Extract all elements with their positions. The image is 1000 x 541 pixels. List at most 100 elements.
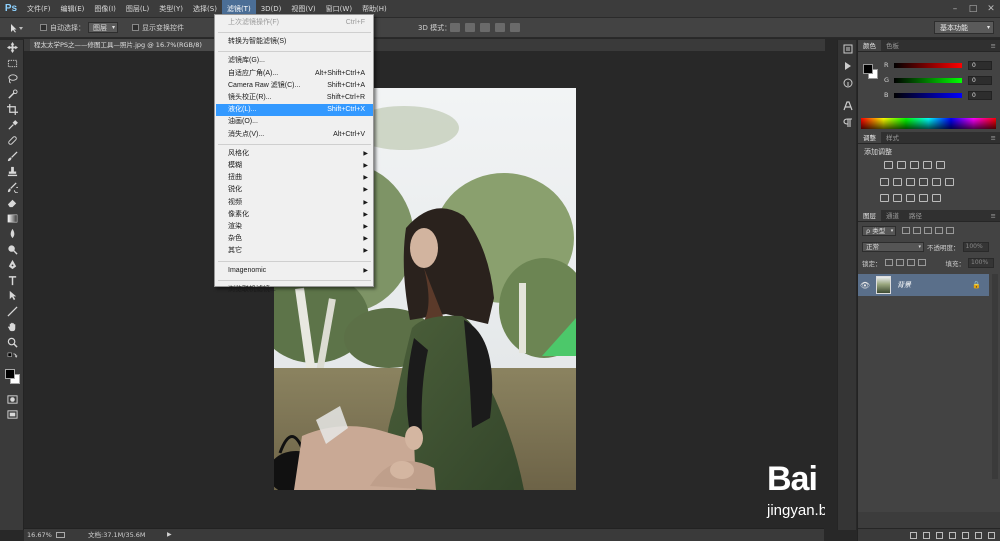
info-panel-icon[interactable]: [838, 74, 857, 91]
close-button[interactable]: ✕: [982, 0, 1000, 18]
move-tool-icon[interactable]: [0, 40, 24, 56]
lock-position-icon[interactable]: [906, 259, 915, 266]
filter-menu-item[interactable]: 扭曲 ▶: [216, 172, 373, 184]
pen-tool-icon[interactable]: [0, 257, 24, 273]
color-spectrum[interactable]: [861, 118, 996, 129]
visibility-eye-icon[interactable]: 👁: [858, 281, 872, 290]
filter-menu-item[interactable]: 模糊 ▶: [216, 160, 373, 172]
character-panel-icon[interactable]: [838, 97, 857, 114]
hand-tool-icon[interactable]: [0, 319, 24, 335]
swap-colors-icon[interactable]: [0, 350, 24, 366]
hue-saturation-icon[interactable]: [880, 178, 889, 186]
zoom-level[interactable]: 16.67%: [27, 529, 52, 541]
workspace-dropdown[interactable]: 基本功能: [934, 21, 994, 34]
3d-roll-icon[interactable]: [465, 23, 475, 32]
color-panel-menu-icon[interactable]: ≡: [991, 40, 1000, 51]
maximize-button[interactable]: □: [964, 0, 982, 18]
layer-filter-dropdown[interactable]: ρ 类型: [862, 225, 897, 236]
vibrance-icon[interactable]: [936, 161, 945, 169]
menu-item-3[interactable]: 图层(L): [121, 0, 154, 18]
filter-menu-item[interactable]: 杂色 ▶: [216, 233, 373, 245]
minimize-button[interactable]: –: [946, 0, 964, 18]
filter-menu-item[interactable]: 像素化 ▶: [216, 209, 373, 221]
tab-adjustments[interactable]: 调整: [858, 132, 881, 143]
foreground-color-swatch[interactable]: [5, 368, 15, 379]
levels-icon[interactable]: [897, 161, 906, 169]
path-select-icon[interactable]: [0, 288, 24, 304]
curves-icon[interactable]: [910, 161, 919, 169]
status-preview-icon[interactable]: [56, 532, 65, 538]
photo-filter-icon[interactable]: [919, 178, 928, 186]
filter-type-icon[interactable]: [924, 227, 933, 234]
line-tool-icon[interactable]: [0, 304, 24, 320]
channel-b-value[interactable]: 0: [968, 90, 992, 100]
channel-g-slider[interactable]: [894, 77, 962, 83]
filter-menu-item[interactable]: 视频 ▶: [216, 197, 373, 209]
filter-menu-item[interactable]: 风格化 ▶: [216, 148, 373, 160]
tab-paths[interactable]: 路径: [904, 210, 927, 221]
gradient-tool-icon[interactable]: [0, 211, 24, 227]
quick-mask-icon[interactable]: [0, 392, 24, 408]
eyedropper-icon[interactable]: [0, 118, 24, 134]
lasso-tool-icon[interactable]: [0, 71, 24, 87]
gradient-map-icon[interactable]: [919, 194, 928, 202]
paragraph-panel-icon[interactable]: [838, 114, 857, 131]
3d-rotate-icon[interactable]: [450, 23, 460, 32]
color-swatches[interactable]: [0, 366, 24, 392]
threshold-icon[interactable]: [906, 194, 915, 202]
filter-menu-item[interactable]: 液化(L)... Shift+Ctrl+X: [216, 104, 373, 117]
tab-swatches[interactable]: 色板: [881, 40, 904, 51]
filter-menu-item[interactable]: Camera Raw 滤镜(C)... Shift+Ctrl+A: [216, 80, 373, 92]
actions-panel-icon[interactable]: [838, 57, 857, 74]
filter-menu-item[interactable]: Imagenomic ▶: [216, 265, 373, 277]
layers-scrollbar[interactable]: [992, 274, 998, 479]
auto-select-checkbox[interactable]: [40, 24, 47, 31]
filter-menu-item[interactable]: 自适应广角(A)... Alt+Shift+Ctrl+A: [216, 68, 373, 80]
filter-menu-item[interactable]: 渲染 ▶: [216, 221, 373, 233]
channel-r-slider[interactable]: [894, 62, 962, 68]
tab-color[interactable]: 颜色: [858, 40, 881, 51]
filter-pixel-icon[interactable]: [902, 227, 911, 234]
invert-icon[interactable]: [880, 194, 889, 202]
layer-style-icon[interactable]: [923, 531, 930, 539]
screen-mode-icon[interactable]: [0, 407, 24, 423]
opacity-input[interactable]: 100%: [962, 241, 989, 252]
new-group-icon[interactable]: [962, 531, 969, 539]
filter-adjust-icon[interactable]: [913, 227, 922, 234]
eraser-tool-icon[interactable]: [0, 195, 24, 211]
zoom-tool-icon[interactable]: [0, 335, 24, 351]
filter-menu-item[interactable]: 浏览联机滤镜...: [216, 284, 373, 296]
selective-color-icon[interactable]: [932, 194, 941, 202]
layer-background[interactable]: 👁 背景 🔒: [858, 274, 989, 296]
show-transform-checkbox[interactable]: [132, 24, 139, 31]
channel-g-value[interactable]: 0: [968, 75, 992, 85]
3d-slide-icon[interactable]: [495, 23, 505, 32]
fill-input[interactable]: 100%: [968, 257, 994, 268]
3d-scale-icon[interactable]: [510, 23, 520, 32]
link-layers-icon[interactable]: [910, 531, 917, 539]
auto-select-dropdown[interactable]: 图层: [88, 22, 118, 33]
new-adjustment-icon[interactable]: [949, 531, 956, 539]
tab-layers[interactable]: 图层: [858, 210, 881, 221]
filter-menu-item[interactable]: 消失点(V)... Alt+Ctrl+V: [216, 129, 373, 141]
layer-mask-icon[interactable]: [936, 531, 943, 539]
menu-item-4[interactable]: 类型(Y): [154, 0, 188, 18]
crop-tool-icon[interactable]: [0, 102, 24, 118]
status-menu-arrow[interactable]: ▶: [167, 529, 172, 541]
blend-mode-dropdown[interactable]: 正常: [862, 241, 924, 252]
new-layer-icon[interactable]: [975, 531, 982, 539]
brush-tool-icon[interactable]: [0, 149, 24, 165]
lock-pixels-icon[interactable]: [895, 259, 904, 266]
filter-menu-item[interactable]: 油画(O)...: [216, 116, 373, 128]
marquee-tool-icon[interactable]: [0, 56, 24, 72]
adjust-panel-menu-icon[interactable]: ≡: [991, 132, 1000, 143]
quick-select-icon[interactable]: [0, 87, 24, 103]
channel-mixer-icon[interactable]: [932, 178, 941, 186]
color-balance-icon[interactable]: [893, 178, 902, 186]
3d-pan-icon[interactable]: [480, 23, 490, 32]
filter-menu-item[interactable]: 镜头校正(R)... Shift+Ctrl+R: [216, 92, 373, 104]
black-white-icon[interactable]: [906, 178, 915, 186]
delete-layer-icon[interactable]: [988, 531, 995, 539]
document-tab[interactable]: 程太太学PS之——修图工具—照片.jpg @ 16.7%(RGB/8): [30, 39, 240, 51]
tab-channels[interactable]: 通道: [881, 210, 904, 221]
